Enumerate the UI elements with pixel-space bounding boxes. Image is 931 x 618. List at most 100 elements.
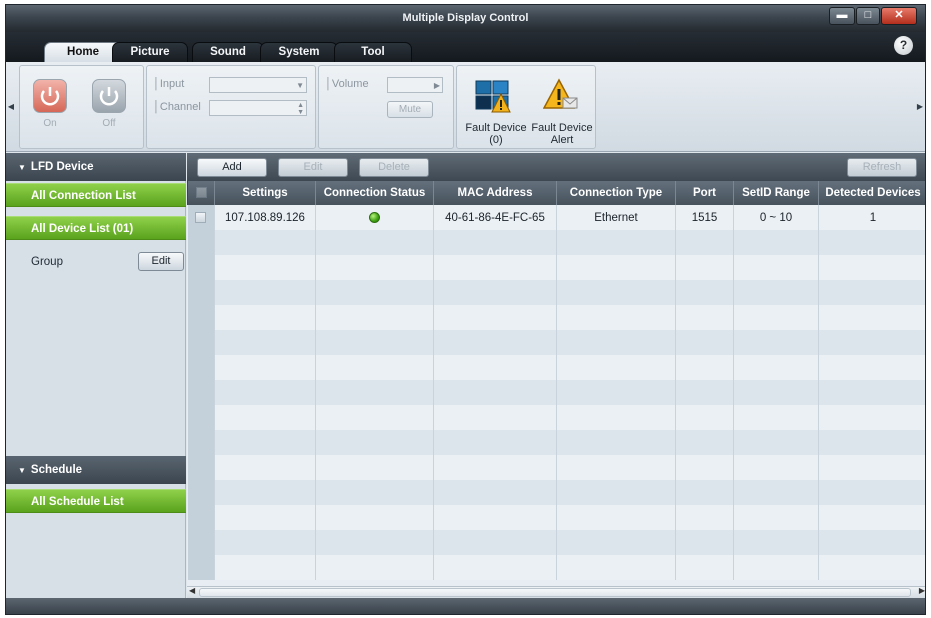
empty-cell (214, 480, 316, 505)
empty-cell (433, 330, 557, 355)
tab-tool[interactable]: Tool (334, 42, 412, 62)
schedule-header[interactable]: ▼ Schedule (6, 456, 186, 484)
scrollbar-thumb[interactable] (199, 588, 911, 597)
scroll-left-icon[interactable]: ◀ (189, 586, 195, 595)
input-select[interactable]: ▼ (209, 77, 307, 93)
help-icon[interactable]: ? (894, 36, 913, 55)
empty-cell (214, 430, 316, 455)
lfd-device-header-label: LFD Device (30, 161, 94, 173)
empty-cell (187, 280, 215, 305)
all-schedule-list-button[interactable]: All Schedule List (6, 489, 186, 513)
main-window: Multiple Display Control ▬ □ ✕ Home Pict… (5, 4, 926, 615)
empty-cell (315, 430, 434, 455)
close-icon[interactable]: ✕ (881, 7, 917, 25)
fault-alert-icon[interactable] (542, 78, 579, 114)
collapse-icon: ▼ (18, 163, 26, 172)
empty-cell (675, 330, 734, 355)
empty-cell (187, 455, 215, 480)
connected-status-icon (369, 211, 380, 223)
empty-cell (214, 230, 316, 255)
column-header[interactable]: SetID Range (733, 181, 819, 205)
minimize-icon[interactable]: ▬ (829, 7, 855, 25)
refresh-button[interactable]: Refresh (847, 158, 917, 177)
empty-cell (433, 255, 557, 280)
column-header[interactable]: Connection Status (315, 181, 434, 205)
empty-cell (733, 230, 819, 255)
empty-cell (818, 405, 925, 430)
empty-cell (733, 380, 819, 405)
row-checkbox-cell[interactable] (187, 205, 215, 230)
empty-cell (214, 280, 316, 305)
empty-cell (818, 430, 925, 455)
tab-picture[interactable]: Picture (112, 42, 188, 62)
spinner-arrows-icon: ▲ ▼ (297, 102, 304, 116)
column-header[interactable]: Connection Type (556, 181, 676, 205)
empty-cell (433, 480, 557, 505)
horizontal-scrollbar[interactable]: ◀ ▶ (187, 586, 925, 598)
table-row[interactable]: 107.108.89.126 40-61-86-4E-FC-65 Etherne… (187, 205, 925, 230)
column-header[interactable]: Detected Devices (818, 181, 925, 205)
input-channel-group: │Input ▼ │Channel ▲ ▼ (146, 65, 316, 149)
empty-cell (556, 505, 676, 530)
column-header[interactable]: MAC Address (433, 181, 557, 205)
empty-cell (214, 530, 316, 555)
empty-cell (818, 330, 925, 355)
channel-spinner[interactable]: ▲ ▼ (209, 100, 307, 116)
port-cell: 1515 (675, 205, 734, 230)
empty-cell (733, 405, 819, 430)
empty-cell (214, 405, 316, 430)
row-checkbox[interactable] (195, 211, 207, 223)
select-all-column[interactable] (187, 181, 215, 205)
mute-button[interactable]: Mute (387, 101, 433, 118)
select-all-checkbox[interactable] (195, 187, 207, 199)
empty-cell (556, 455, 676, 480)
empty-cell (315, 455, 434, 480)
empty-cell (556, 405, 676, 430)
empty-cell (315, 355, 434, 380)
empty-cell (733, 330, 819, 355)
tab-home[interactable]: Home (44, 42, 122, 63)
volume-slider[interactable]: ▶ (387, 77, 443, 93)
empty-cell (556, 355, 676, 380)
tab-system[interactable]: System (260, 42, 338, 62)
empty-cell (556, 230, 676, 255)
empty-cell (556, 380, 676, 405)
power-off-icon[interactable] (92, 79, 126, 113)
ribbon-scroll-left-icon[interactable]: ◀ (7, 72, 15, 142)
group-label: Group (31, 256, 63, 268)
empty-cell (315, 230, 434, 255)
empty-cell (433, 230, 557, 255)
input-label: │Input (153, 78, 185, 90)
fault-device-icon[interactable] (475, 80, 511, 114)
empty-cell (556, 305, 676, 330)
scroll-right-icon[interactable]: ▶ (919, 586, 925, 595)
empty-table-row (187, 380, 925, 405)
volume-group: │Volume ▶ Mute (318, 65, 454, 149)
power-on-icon[interactable] (33, 79, 67, 113)
tab-sound[interactable]: Sound (192, 42, 264, 62)
empty-cell (187, 480, 215, 505)
empty-cell (315, 305, 434, 330)
empty-cell (675, 455, 734, 480)
empty-cell (214, 380, 316, 405)
column-header[interactable]: Settings (214, 181, 316, 205)
empty-cell (818, 355, 925, 380)
empty-cell (214, 255, 316, 280)
all-connection-list-button[interactable]: All Connection List (6, 183, 186, 207)
edit-button[interactable]: Edit (278, 158, 348, 177)
ribbon-scroll-right-icon[interactable]: ▶ (916, 72, 924, 142)
channel-label: │Channel (153, 101, 201, 113)
maximize-icon[interactable]: □ (856, 7, 880, 25)
empty-cell (187, 380, 215, 405)
chevron-right-icon: ▶ (433, 81, 440, 90)
schedule-header-label: Schedule (30, 464, 83, 476)
empty-cell (433, 305, 557, 330)
delete-button[interactable]: Delete (359, 158, 429, 177)
lfd-device-header[interactable]: ▼ LFD Device (6, 153, 186, 181)
all-device-list-button[interactable]: All Device List (01) (6, 216, 186, 240)
empty-table-row (187, 505, 925, 530)
column-header[interactable]: Port (675, 181, 734, 205)
ribbon: ◀ ▶ On Off │Input ▼ │Channel ▲ ▼ │Volume … (6, 62, 925, 152)
group-edit-button[interactable]: Edit (138, 252, 184, 271)
add-button[interactable]: Add (197, 158, 267, 177)
